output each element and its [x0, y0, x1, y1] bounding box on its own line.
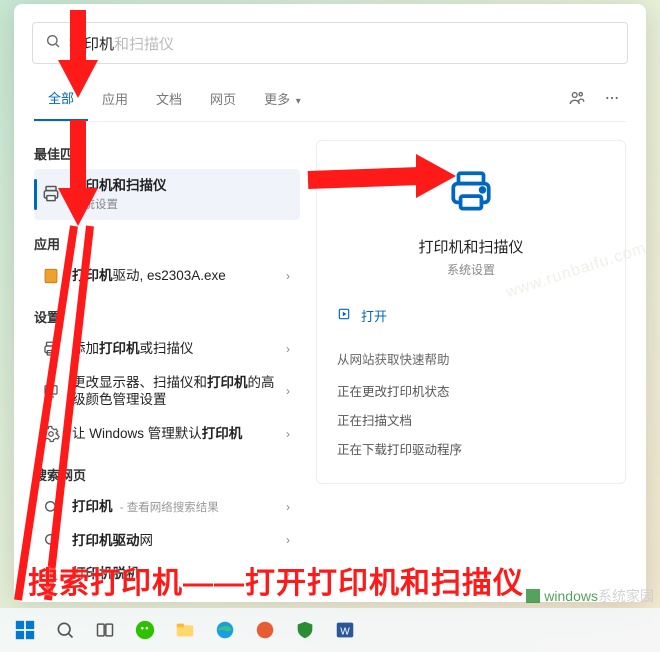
search-taskbar-icon[interactable] — [46, 612, 84, 648]
taskbar: W — [0, 608, 660, 652]
taskbar-app-browser[interactable] — [246, 612, 284, 648]
task-view-icon[interactable] — [86, 612, 124, 648]
windows-logo-icon — [526, 589, 540, 603]
svg-text:W: W — [340, 627, 350, 638]
taskbar-app-edge[interactable] — [206, 612, 244, 648]
watermark-brand: windows 系统家园 — [526, 586, 654, 606]
annotation-overlay — [0, 0, 660, 652]
taskbar-app-security[interactable] — [286, 612, 324, 648]
taskbar-app-explorer[interactable] — [166, 612, 204, 648]
annotation-caption: 搜索打印机——打开打印机和扫描仪 — [28, 558, 524, 602]
start-button[interactable] — [6, 612, 44, 648]
taskbar-app-word[interactable]: W — [326, 612, 364, 648]
taskbar-app-wechat[interactable] — [126, 612, 164, 648]
